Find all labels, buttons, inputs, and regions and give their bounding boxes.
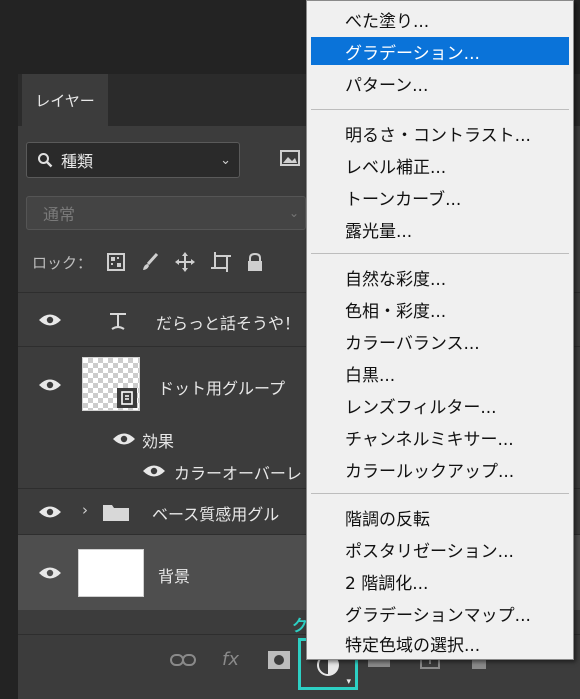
search-icon <box>38 153 53 168</box>
menu-item-vibrance[interactable]: 自然な彩度... <box>311 263 569 291</box>
layer-name: ベース質感用グル <box>152 505 280 524</box>
blend-mode-select[interactable]: 通常 ⌄ <box>26 196 306 230</box>
blend-mode-value: 通常 <box>43 205 76 224</box>
lock-label: ロック： <box>32 253 93 272</box>
adjustment-menu: べた塗り... グラデーション... パターン... 明るさ・コントラスト...… <box>306 0 574 660</box>
menu-item-curves[interactable]: トーンカーブ... <box>311 183 569 211</box>
eye-icon[interactable] <box>38 378 62 392</box>
menu-item-channel-mixer[interactable]: チャンネルミキサー... <box>311 423 569 451</box>
eye-icon[interactable] <box>142 464 166 478</box>
lock-move-icon[interactable] <box>174 251 196 273</box>
layer-name: 背景 <box>158 567 191 586</box>
lock-transparent-icon[interactable] <box>106 252 126 272</box>
mask-icon[interactable] <box>268 651 290 669</box>
menu-item-black-white[interactable]: 白黒... <box>311 359 569 387</box>
menu-separator <box>311 109 569 110</box>
menu-indicator-icon: ▾ <box>346 677 351 687</box>
menu-separator <box>311 253 569 254</box>
menu-item-color-lookup[interactable]: カラールックアップ... <box>311 455 569 483</box>
lock-artboard-icon[interactable] <box>210 251 232 273</box>
lock-all-icon[interactable] <box>246 252 264 272</box>
lock-row: ロック： <box>32 248 264 276</box>
menu-item-solid-color[interactable]: べた塗り... <box>311 5 569 33</box>
link-icon[interactable] <box>170 653 196 667</box>
menu-item-hue-saturation[interactable]: 色相・彩度... <box>311 295 569 323</box>
chevron-down-icon: ⌄ <box>220 152 231 168</box>
folder-icon <box>103 505 129 521</box>
chevron-right-icon[interactable]: › <box>82 501 88 519</box>
menu-item-gradient-map[interactable]: グラデーションマップ... <box>311 599 569 627</box>
eye-icon[interactable] <box>38 313 62 327</box>
menu-item-gradient[interactable]: グラデーション... <box>311 37 569 65</box>
menu-item-photo-filter[interactable]: レンズフィルター... <box>311 391 569 419</box>
menu-item-pattern[interactable]: パターン... <box>311 69 569 97</box>
effects-label: 効果 <box>142 432 175 451</box>
lock-brush-icon[interactable] <box>140 252 160 272</box>
image-filter-icon[interactable] <box>278 146 302 170</box>
layer-filter-select[interactable]: 種類 ⌄ <box>26 142 240 178</box>
menu-item-color-balance[interactable]: カラーバランス... <box>311 327 569 355</box>
eye-icon[interactable] <box>38 566 62 580</box>
menu-item-selective-color[interactable]: 特定色域の選択... <box>311 629 569 657</box>
menu-item-levels[interactable]: レベル補正... <box>311 151 569 179</box>
menu-separator <box>311 493 569 494</box>
layer-thumbnail <box>78 549 144 597</box>
filter-kind-label: 種類 <box>61 152 94 171</box>
effect-item-label: カラーオーバーレ <box>174 464 302 483</box>
layer-name: だらっと話そうや！ <box>156 314 301 333</box>
menu-item-brightness-contrast[interactable]: 明るさ・コントラスト... <box>311 119 569 147</box>
smart-object-icon <box>117 388 137 408</box>
menu-item-threshold[interactable]: 2 階調化... <box>311 567 569 595</box>
fx-icon[interactable]: fx <box>222 649 239 670</box>
tab-layers[interactable]: レイヤー <box>22 74 108 126</box>
chevron-down-icon: ⌄ <box>288 206 299 220</box>
menu-item-exposure[interactable]: 露光量... <box>311 215 569 243</box>
eye-icon[interactable] <box>112 432 136 446</box>
layer-name: ドット用グループ <box>158 379 286 398</box>
menu-item-posterize[interactable]: ポスタリゼーション... <box>311 535 569 563</box>
eye-icon[interactable] <box>38 505 62 519</box>
tab-layers-label: レイヤー <box>35 91 95 110</box>
menu-item-invert[interactable]: 階調の反転 <box>311 503 569 531</box>
layer-thumbnail <box>82 357 140 411</box>
text-layer-icon <box>110 313 126 330</box>
